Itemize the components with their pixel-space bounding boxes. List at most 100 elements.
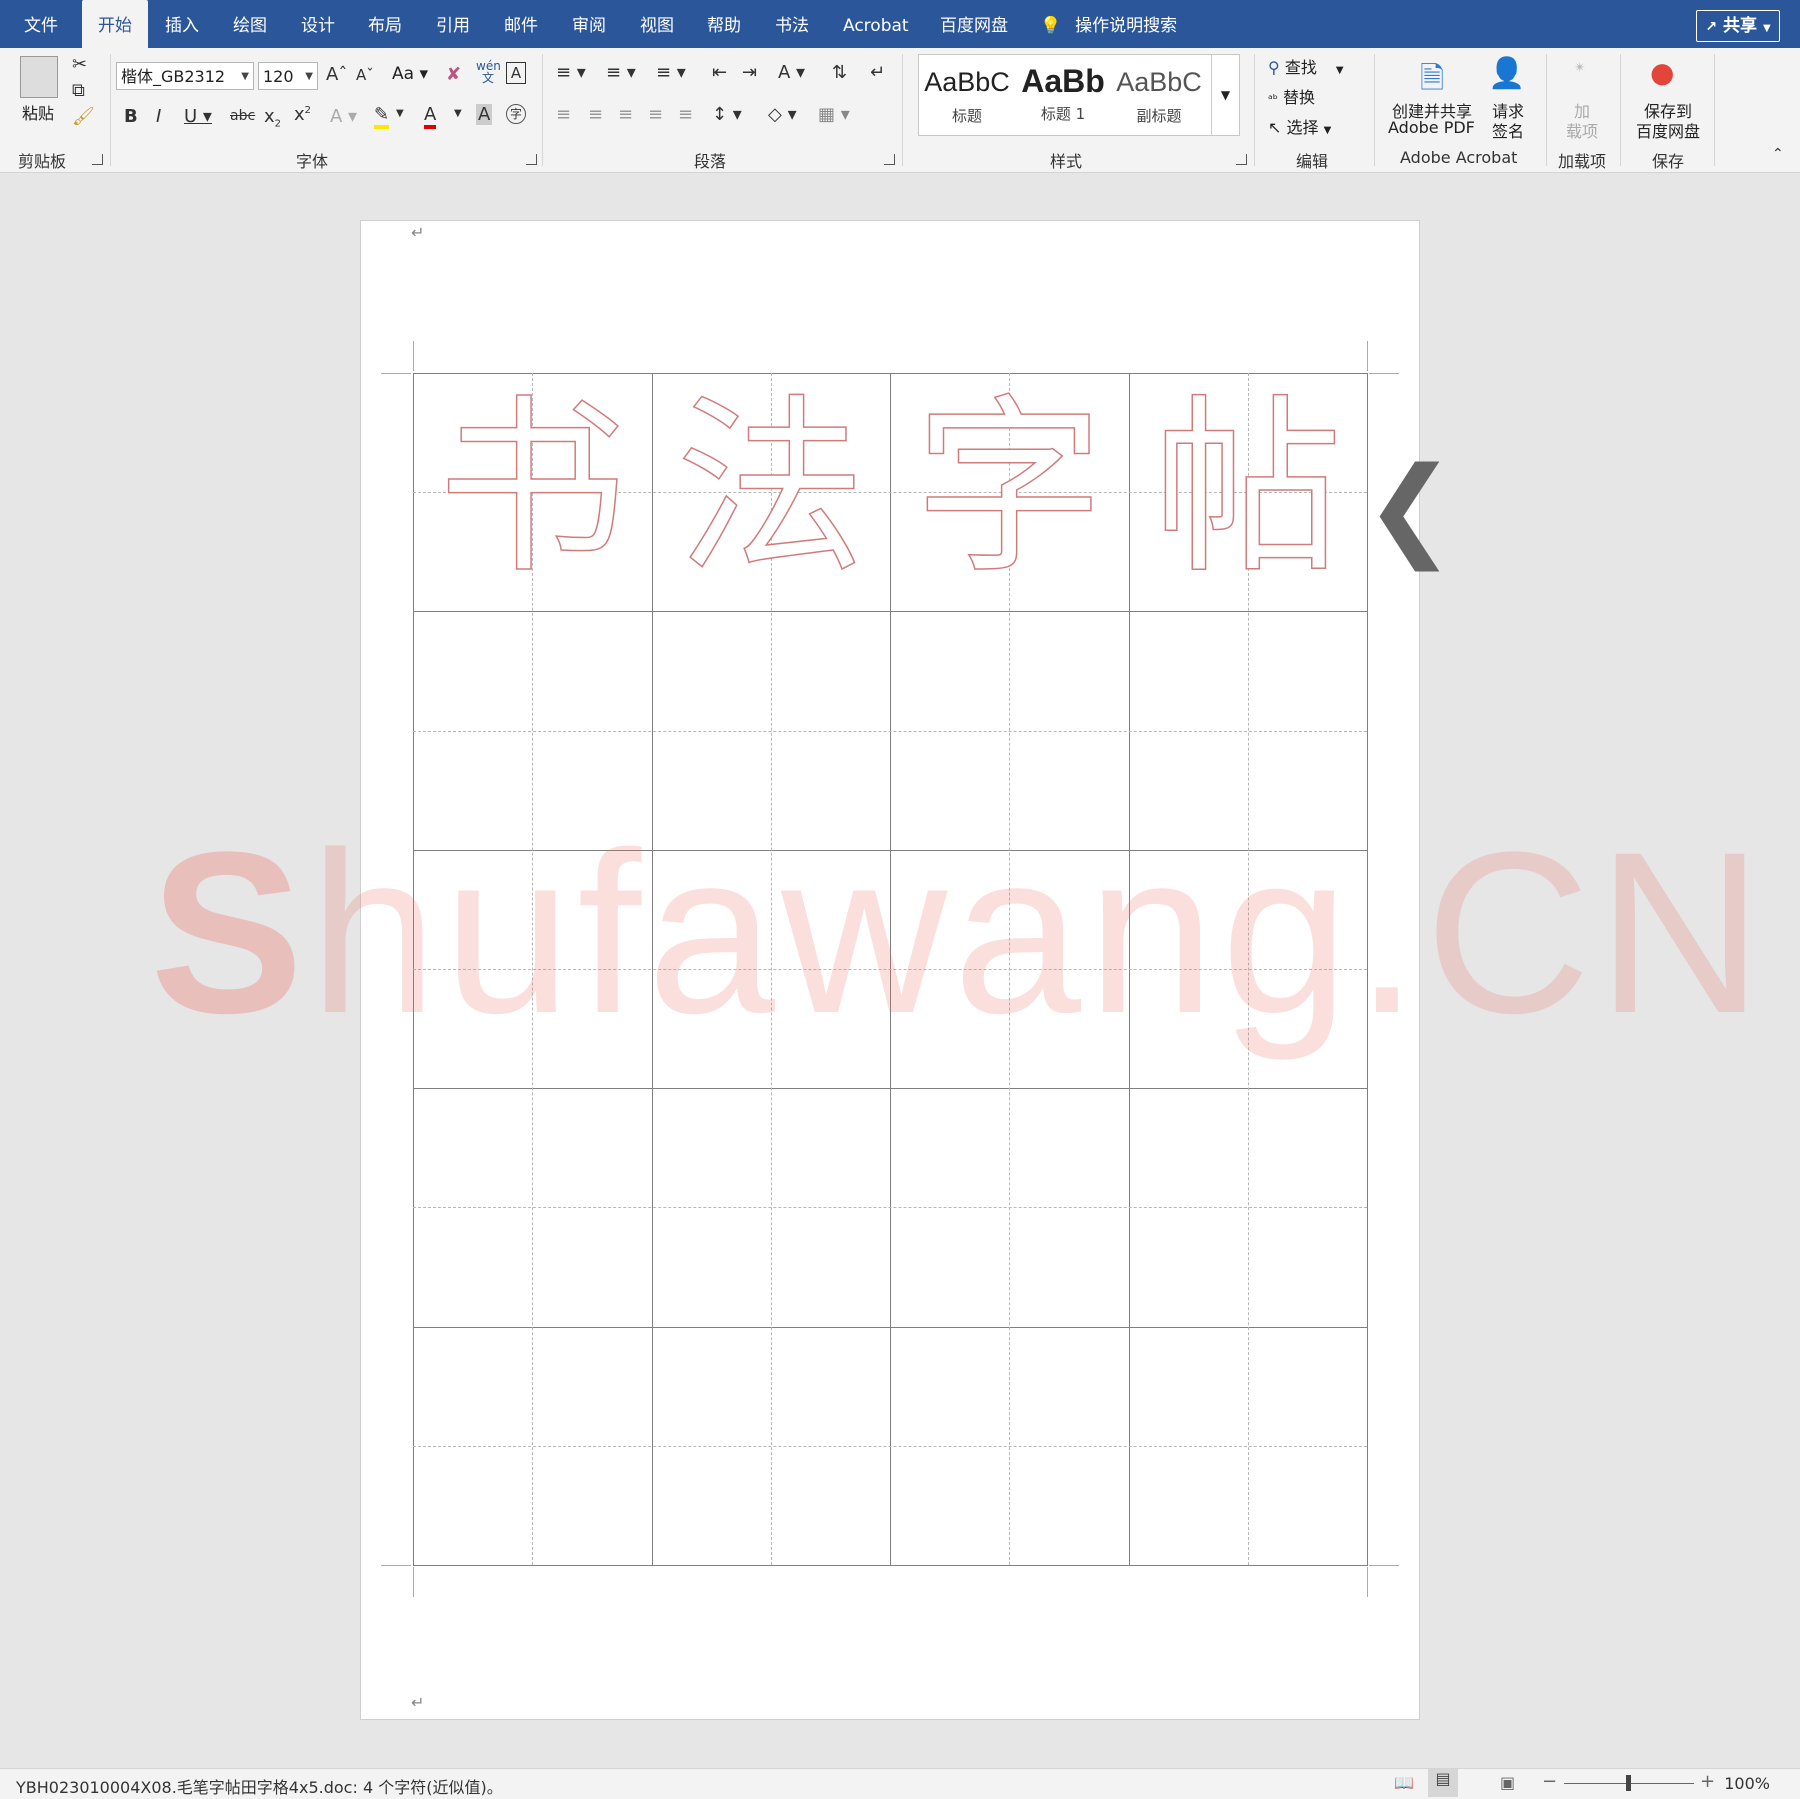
zoom-out-icon[interactable]: −	[1542, 1771, 1557, 1792]
superscript-icon[interactable]: x2	[294, 104, 311, 125]
font-size-value: 120	[263, 67, 294, 86]
tab-design[interactable]: 设计	[301, 0, 335, 48]
create-share-pdf-label-2[interactable]: Adobe PDF	[1388, 118, 1475, 137]
acrobat-group-label: Adobe Acrobat	[1400, 148, 1518, 167]
collapse-ribbon-icon[interactable]: ⌃	[1772, 146, 1784, 162]
tab-mailings[interactable]: 邮件	[504, 0, 538, 48]
styles-group-label: 样式	[1050, 152, 1083, 171]
numbering-icon[interactable]: ≡ ▾	[606, 62, 636, 83]
phonetic-guide-icon[interactable]: wén文	[476, 60, 501, 84]
decrease-indent-icon[interactable]: ⇤	[712, 62, 727, 83]
tab-file[interactable]: 文件	[24, 0, 58, 48]
strikethrough-icon[interactable]: abc	[230, 108, 255, 124]
request-signature-label-2[interactable]: 签名	[1492, 118, 1524, 142]
find-button[interactable]: ⚲ 查找 ▼	[1268, 54, 1344, 78]
tab-home[interactable]: 开始	[82, 0, 148, 48]
sort-icon[interactable]: ⇅	[832, 62, 847, 83]
grow-font-icon[interactable]: Aˆ	[326, 64, 347, 85]
enclose-characters-icon[interactable]: 字	[506, 104, 526, 124]
justify-icon[interactable]: ≡	[648, 104, 663, 125]
style-subtitle[interactable]: AaBbC 副标题	[1111, 55, 1207, 135]
clear-formatting-icon[interactable]: ✘	[446, 64, 461, 85]
character-border-icon[interactable]: A	[506, 62, 526, 84]
tab-acrobat[interactable]: Acrobat	[843, 0, 909, 48]
bullets-icon[interactable]: ≡ ▾	[556, 62, 586, 83]
document-status-text: YBH023010004X08.毛笔字帖田字格4x5.doc: 4 个字符(近似…	[16, 1778, 503, 1797]
baidu-netdisk-icon[interactable]: ●	[1650, 56, 1674, 89]
chevron-down-icon[interactable]: ▼	[396, 108, 404, 119]
tab-draw[interactable]: 绘图	[233, 0, 267, 48]
paste-icon[interactable]	[20, 56, 58, 98]
chevron-down-icon[interactable]: ▼	[454, 108, 462, 119]
watermark-initial: S	[150, 804, 310, 1061]
replace-label: 替换	[1282, 88, 1315, 107]
tab-help[interactable]: 帮助	[707, 0, 741, 48]
calligraphy-character: 帖	[1152, 377, 1344, 600]
highlight-color-icon[interactable]: ✎	[374, 104, 390, 129]
tab-baidu-netdisk[interactable]: 百度网盘	[940, 0, 1008, 48]
bold-icon[interactable]: B	[124, 106, 138, 127]
crop-mark	[1369, 1565, 1399, 1566]
tab-references[interactable]: 引用	[436, 0, 470, 48]
copy-icon[interactable]: ⧉	[72, 80, 85, 101]
tell-me-search[interactable]: 💡 操作说明搜索	[1040, 0, 1177, 48]
show-marks-icon[interactable]: ↵	[870, 62, 885, 83]
select-button[interactable]: ↖ 选择 ▼	[1268, 114, 1331, 138]
save-to-netdisk-label-2[interactable]: 百度网盘	[1636, 118, 1700, 142]
asian-layout-icon[interactable]: A ▾	[778, 62, 805, 83]
tab-layout[interactable]: 布局	[368, 0, 402, 48]
increase-indent-icon[interactable]: ⇥	[742, 62, 757, 83]
font-launcher-icon[interactable]	[526, 154, 537, 165]
format-painter-icon[interactable]: 🖌	[72, 106, 95, 127]
clipboard-group-label: 剪贴板	[18, 152, 67, 171]
styles-more-icon[interactable]: ▼	[1211, 55, 1239, 135]
style-title[interactable]: AaBbC 标题	[919, 55, 1015, 135]
paragraph-launcher-icon[interactable]	[884, 154, 895, 165]
tab-review[interactable]: 审阅	[572, 0, 606, 48]
print-layout-icon[interactable]: ▤	[1428, 1769, 1458, 1797]
subscript-icon[interactable]: x2	[264, 106, 281, 130]
clipboard-launcher-icon[interactable]	[92, 154, 103, 165]
line-spacing-icon[interactable]: ↕ ▾	[712, 104, 742, 125]
shrink-font-icon[interactable]: Aˇ	[356, 66, 374, 84]
align-left-icon[interactable]: ≡	[556, 104, 571, 125]
paragraph-group-label: 段落	[694, 152, 727, 171]
align-center-icon[interactable]: ≡	[588, 104, 603, 125]
shading-icon[interactable]: ◇ ▾	[768, 104, 797, 125]
style-heading-1[interactable]: AaBb 标题 1	[1015, 55, 1111, 135]
change-case-button[interactable]: Aa ▾	[392, 64, 428, 84]
paste-button[interactable]: 粘贴	[22, 100, 54, 124]
character-shading-icon[interactable]: A	[476, 104, 493, 125]
font-size-field[interactable]: 120 ▼	[258, 62, 318, 90]
read-mode-icon[interactable]: 📖	[1394, 1773, 1414, 1792]
find-label: 查找	[1284, 58, 1317, 77]
replace-button[interactable]: ᵃᵇ 替换	[1268, 84, 1315, 108]
style-name: 副标题	[1136, 107, 1182, 125]
distributed-icon[interactable]: ≡	[678, 104, 693, 125]
cut-icon[interactable]: ✂	[72, 54, 87, 75]
zoom-slider-thumb[interactable]	[1626, 1775, 1631, 1791]
align-right-icon[interactable]: ≡	[618, 104, 633, 125]
chevron-down-icon: ▼	[1323, 125, 1332, 136]
styles-launcher-icon[interactable]	[1236, 154, 1247, 165]
font-color-icon[interactable]: A	[424, 104, 437, 129]
chevron-down-icon: ▼	[1762, 23, 1771, 34]
underline-icon[interactable]: U ▾	[184, 106, 212, 127]
crop-mark	[1369, 373, 1399, 374]
multilevel-list-icon[interactable]: ≡ ▾	[656, 62, 686, 83]
style-name: 标题	[951, 107, 982, 125]
share-button[interactable]: ↗ 共享 ▼	[1696, 10, 1780, 42]
zoom-level[interactable]: 100%	[1724, 1774, 1770, 1793]
tab-view[interactable]: 视图	[640, 0, 674, 48]
borders-icon[interactable]: ▦ ▾	[818, 104, 850, 125]
italic-icon[interactable]: I	[156, 106, 161, 127]
tab-calligraphy[interactable]: 书法	[775, 0, 809, 48]
request-signature-icon[interactable]: 👤	[1488, 56, 1525, 91]
style-preview: AaBb	[1021, 63, 1105, 99]
text-effects-icon[interactable]: A ▾	[330, 106, 357, 127]
zoom-in-icon[interactable]: +	[1700, 1771, 1715, 1792]
styles-gallery: AaBbC 标题 AaBb 标题 1 AaBbC 副标题 ▼	[918, 54, 1240, 136]
tab-insert[interactable]: 插入	[165, 0, 199, 48]
font-name-field[interactable]: 楷体_GB2312 ▼	[116, 62, 254, 90]
web-layout-icon[interactable]: ▣	[1500, 1773, 1515, 1792]
